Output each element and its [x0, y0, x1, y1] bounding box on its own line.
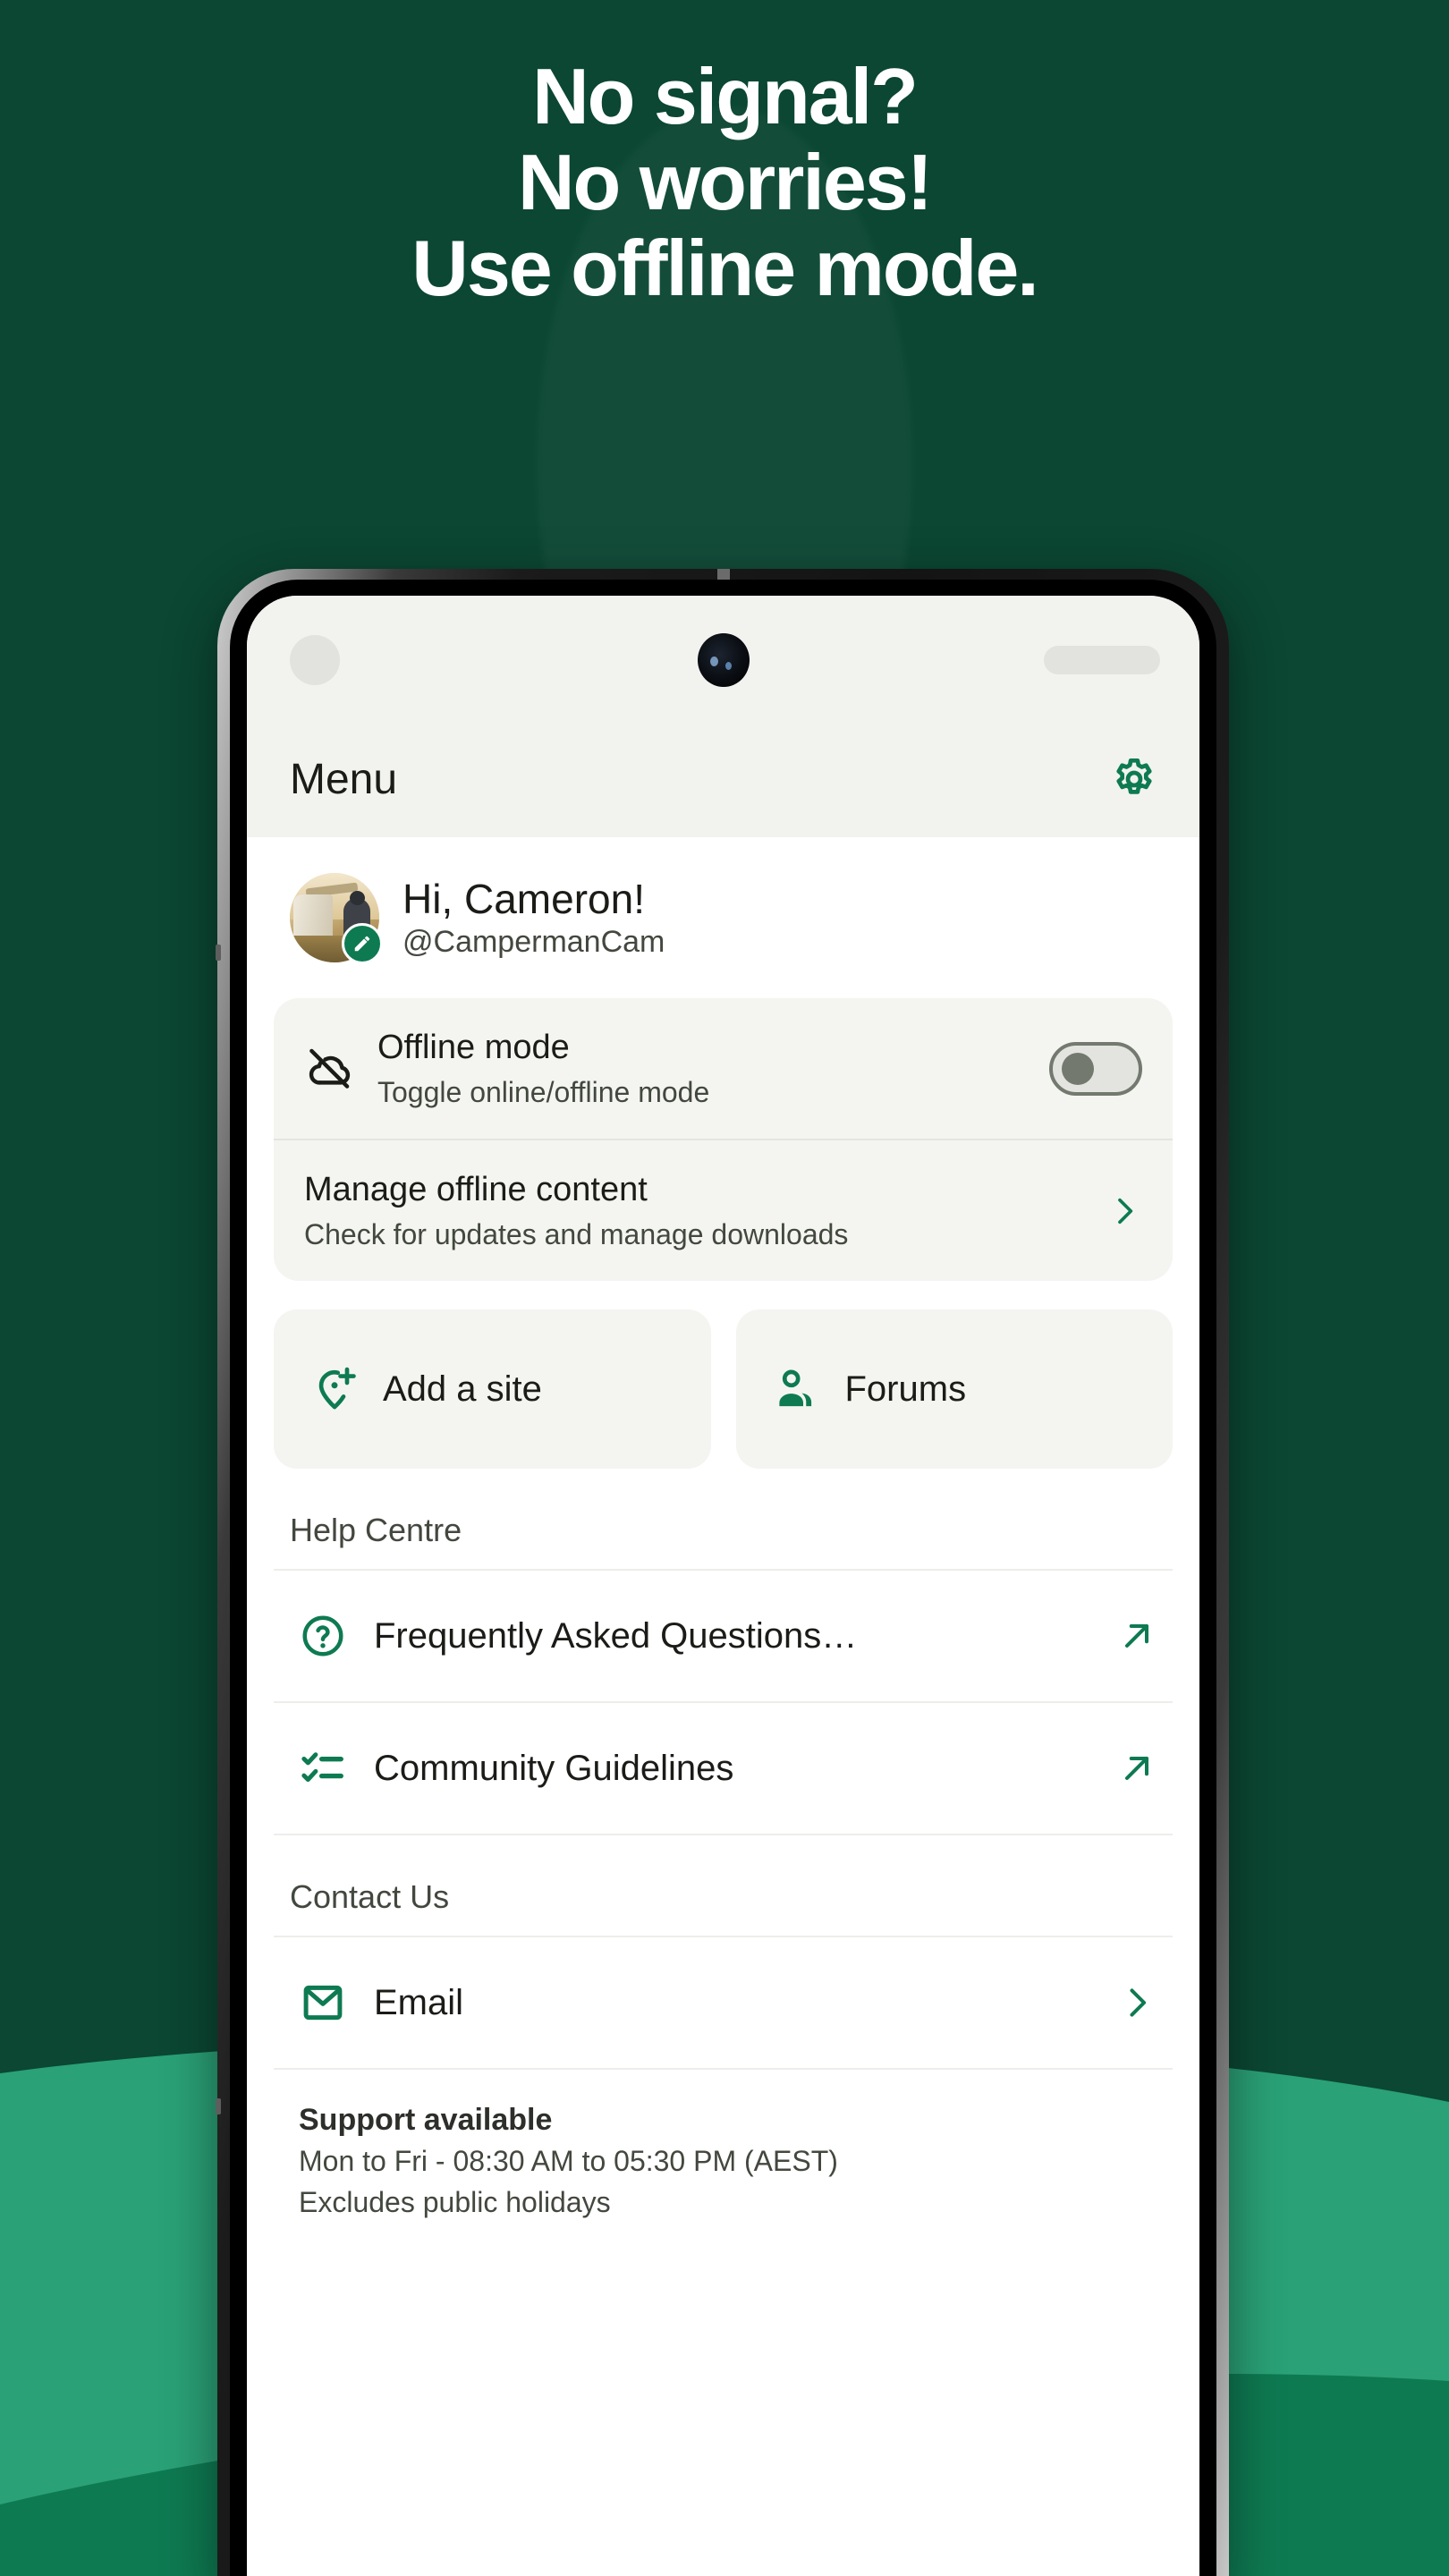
support-availability: Support available Mon to Fri - 08:30 AM … [274, 2070, 1173, 2250]
phone-power-button[interactable] [216, 2098, 221, 2114]
external-link-icon [1124, 1624, 1149, 1648]
pencil-icon [354, 936, 370, 952]
support-note: Excludes public holidays [299, 2185, 611, 2218]
promo-headline: No signal? No worries! Use offline mode. [0, 54, 1449, 311]
external-link-icon [1124, 1757, 1149, 1781]
toggle-thumb [1062, 1052, 1094, 1085]
page-title: Menu [290, 755, 398, 803]
offline-mode-toggle[interactable] [1049, 1041, 1142, 1096]
list-item-faq-label: Frequently Asked Questions… [374, 1615, 858, 1656]
profile-name: Hi, Cameron! [402, 876, 645, 922]
cloud-off-icon [309, 1048, 351, 1089]
front-camera-punch-hole-icon [697, 633, 750, 687]
headline-line-3: Use offline mode. [411, 224, 1038, 312]
status-placeholder-pill-icon [1044, 646, 1160, 674]
contact-us-heading: Contact Us [290, 1878, 450, 1916]
help-circle-icon [302, 1615, 343, 1657]
checklist-icon [301, 1752, 343, 1783]
manage-offline-subtitle: Check for updates and manage downloads [304, 1217, 849, 1250]
email-icon [303, 1986, 343, 2021]
list-item-community-guidelines-label: Community Guidelines [374, 1748, 734, 1788]
help-centre-heading: Help Centre [290, 1512, 462, 1549]
profile-row[interactable]: Hi, Cameron! @CampermanCam [274, 837, 1173, 993]
gear-icon[interactable] [1110, 755, 1158, 803]
quick-actions-row: Add a site Forums [274, 1309, 1173, 1470]
offline-mode-texts: Offline mode Toggle online/offline mode [377, 1029, 1026, 1108]
support-title: Support available [299, 2103, 553, 2138]
list-item-email[interactable]: Email [274, 1937, 1173, 2068]
offline-mode-subtitle: Toggle online/offline mode [377, 1075, 710, 1108]
forums-label: Forums [844, 1368, 967, 1409]
support-hours: Mon to Fri - 08:30 AM to 05:30 PM (AEST) [299, 2145, 838, 2178]
status-bar [247, 596, 1199, 721]
list-item-faq[interactable]: Frequently Asked Questions… [274, 1571, 1173, 1701]
manage-offline-title: Manage offline content [304, 1170, 648, 1208]
people-icon [778, 1370, 811, 1407]
app-bar: Menu [247, 721, 1199, 837]
list-item-community-guidelines[interactable]: Community Guidelines [274, 1703, 1173, 1834]
menu-content: Hi, Cameron! @CampermanCam Offline mode … [247, 837, 1199, 2250]
phone-mockup: Menu Hi, Cameron! @CampermanCam Offline … [216, 569, 1229, 2576]
profile-handle: @CampermanCam [402, 924, 665, 959]
chevron-right-icon [1130, 1988, 1147, 2018]
offline-mode-title: Offline mode [377, 1029, 570, 1066]
avatar[interactable] [290, 873, 383, 964]
headline-line-1: No signal? [532, 52, 919, 140]
chevron-right-icon [1118, 1198, 1133, 1224]
edit-profile-badge[interactable] [342, 923, 383, 964]
offline-mode-row[interactable]: Offline mode Toggle online/offline mode [274, 998, 1173, 1139]
phone-volume-button[interactable] [216, 945, 221, 961]
forums-button[interactable]: Forums [735, 1309, 1173, 1470]
add-a-site-button[interactable]: Add a site [274, 1309, 711, 1470]
list-item-email-label: Email [374, 1982, 464, 2022]
offline-card: Offline mode Toggle online/offline mode … [274, 998, 1173, 1282]
phone-screen: Menu Hi, Cameron! @CampermanCam Offline … [247, 596, 1199, 2576]
profile-text: Hi, Cameron! @CampermanCam [402, 877, 665, 959]
add-a-site-label: Add a site [383, 1368, 542, 1409]
manage-offline-content-row[interactable]: Manage offline content Check for updates… [274, 1140, 1173, 1281]
add-location-pin-icon [318, 1368, 356, 1410]
status-placeholder-circle-icon [290, 635, 340, 685]
headline-line-2: No worries! [517, 138, 933, 226]
manage-offline-texts: Manage offline content Check for updates… [304, 1171, 1083, 1250]
